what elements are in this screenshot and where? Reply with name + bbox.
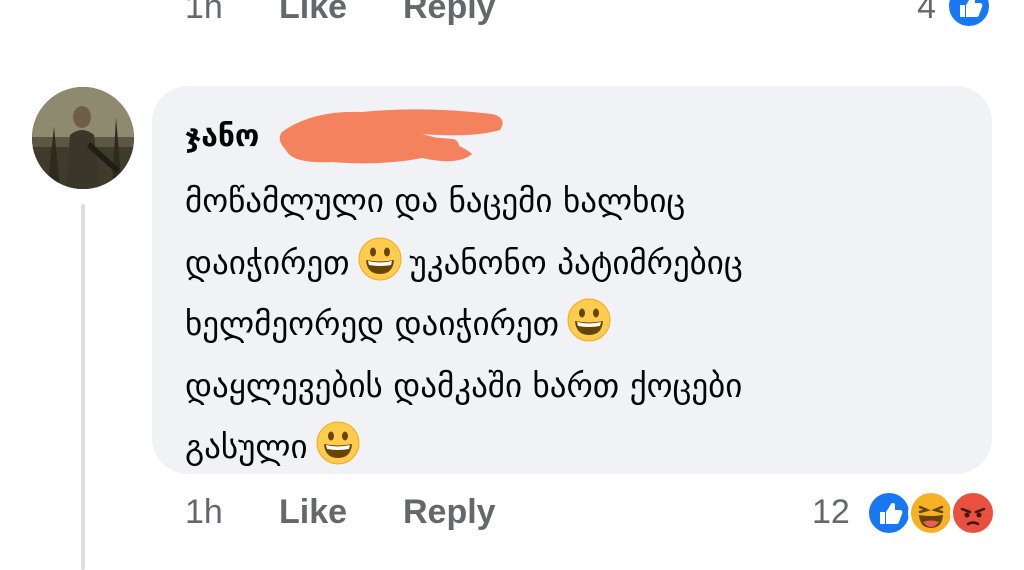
grinning-face-icon [567, 298, 611, 342]
previous-reaction-count[interactable]: 4 [917, 0, 936, 27]
haha-icon[interactable] [908, 490, 954, 536]
grinning-face-icon [316, 421, 360, 465]
like-icon[interactable] [866, 490, 912, 536]
comment-time[interactable]: 1h [185, 493, 223, 532]
comment-text: მოწამლული და ნაცემი ხალხიც დაიჭირეთ უკანო… [185, 170, 975, 478]
like-button[interactable]: Like [279, 493, 347, 532]
comment-line-5: გასული [185, 416, 975, 478]
comment-line-2: დაიჭირეთ უკანონო პატიმრებიც [185, 232, 975, 294]
comment-line-3-start: ხელმეორედ დაიჭირეთ [185, 304, 560, 343]
thread-line [81, 204, 85, 570]
reply-button[interactable]: Reply [403, 493, 496, 532]
previous-like-button[interactable]: Like [279, 0, 347, 27]
reaction-count[interactable]: 12 [812, 493, 850, 532]
angry-icon[interactable] [950, 490, 996, 536]
comment-line-4: დაყლევების დამკაში ხართ ქოცები [185, 365, 743, 405]
comment-line-1: მოწამლული და ნაცემი ხალხიც [185, 181, 686, 220]
previous-reply-button[interactable]: Reply [403, 0, 496, 27]
redaction-scribble [279, 109, 503, 164]
grinning-face-icon [358, 237, 402, 281]
avatar[interactable] [32, 87, 134, 189]
comment-line-3: ხელმეორედ დაიჭირეთ [185, 293, 975, 355]
comment-author[interactable]: ჯანო [185, 119, 259, 154]
like-icon[interactable] [946, 0, 992, 29]
comment-line-5-start: გასული [185, 427, 308, 466]
previous-comment-time[interactable]: 1h [185, 0, 223, 27]
comment-line-2-start: დაიჭირეთ [185, 242, 350, 282]
comment-line-2-end: უკანონო პატიმრებიც [409, 242, 743, 282]
